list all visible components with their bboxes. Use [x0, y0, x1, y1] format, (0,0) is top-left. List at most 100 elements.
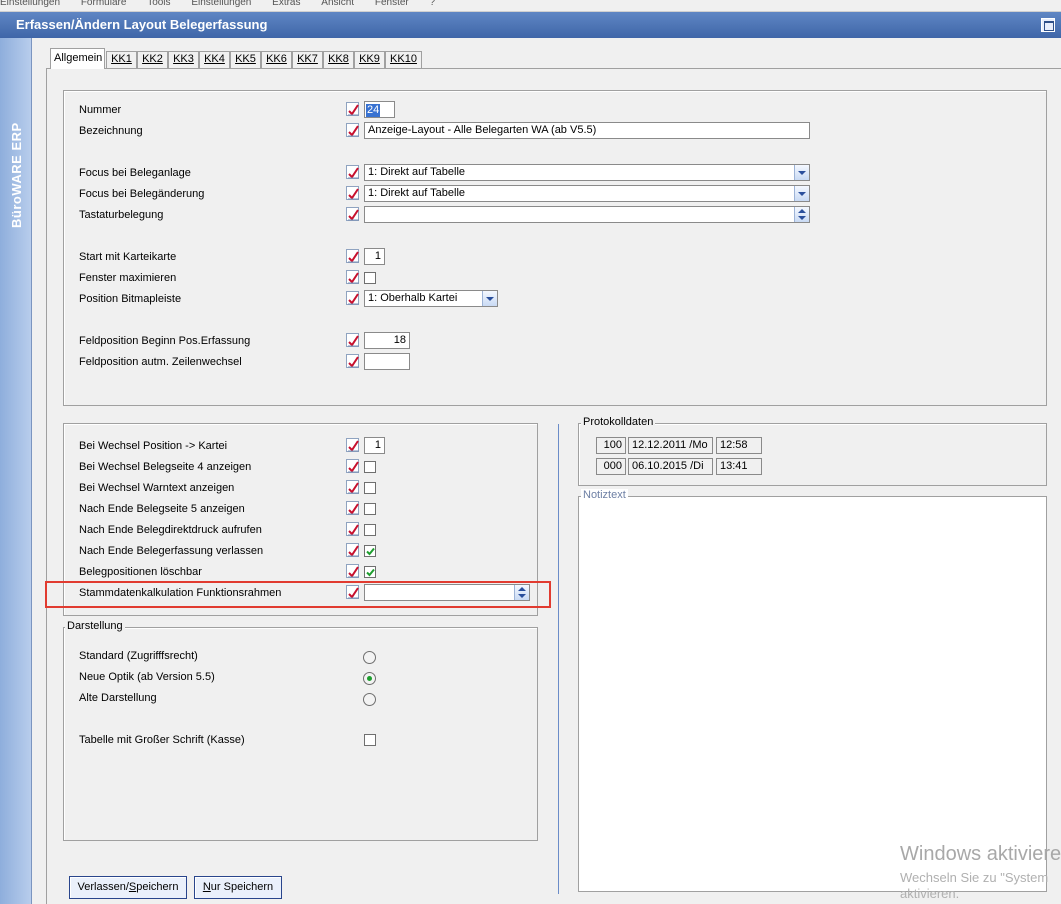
window-title: Erfassen/Ändern Layout Belegerfassung — [16, 17, 268, 32]
radio-alte-darstellung[interactable] — [363, 693, 376, 706]
focus-anlage-value: 1: Direkt auf Tabelle — [368, 166, 466, 178]
notiz-textarea[interactable] — [578, 496, 1047, 892]
sidebar: BüroWARE ERP — [0, 38, 32, 904]
menu-item[interactable]: Ansicht — [321, 0, 354, 8]
option-label: Bei Wechsel Warntext anzeigen — [79, 482, 235, 494]
option-checkbox[interactable] — [364, 503, 376, 515]
feldpos-zeile-field[interactable] — [364, 353, 410, 370]
tab-kk1[interactable]: KK1 — [106, 51, 137, 68]
start-karteikarte-label: Start mit Karteikarte — [79, 251, 177, 263]
tab-kk10[interactable]: KK10 — [385, 51, 422, 68]
bitmapleiste-label: Position Bitmapleiste — [79, 293, 182, 305]
option-label: Nach Ende Belegseite 5 anzeigen — [79, 503, 245, 515]
grosse-schrift-checkbox[interactable] — [364, 734, 376, 746]
bezeichnung-label: Bezeichnung — [79, 125, 143, 137]
button-label: peichern — [136, 881, 179, 893]
feldpos-beginn-label: Feldposition Beginn Pos.Erfassung — [79, 335, 251, 347]
restore-window-icon[interactable] — [1041, 18, 1055, 32]
tab-kk4[interactable]: KK4 — [199, 51, 230, 68]
wechsel-kartei-field[interactable]: 1 — [364, 437, 385, 454]
option-label: Nach Ende Belegerfassung verlassen — [79, 545, 264, 557]
wechsel-kartei-label: Bei Wechsel Position -> Kartei — [79, 440, 228, 452]
edit-icon[interactable] — [346, 249, 359, 263]
menu-item[interactable]: Formulare — [81, 0, 127, 8]
edit-icon[interactable] — [346, 333, 359, 347]
protokoll-title: Protokolldaten — [581, 416, 656, 429]
edit-icon[interactable] — [346, 123, 359, 137]
edit-icon[interactable] — [346, 270, 359, 284]
tab-kk9[interactable]: KK9 — [354, 51, 385, 68]
activation-watermark: Windows aktiviere — [900, 843, 1061, 865]
edit-icon[interactable] — [346, 501, 359, 515]
edit-icon[interactable] — [346, 543, 359, 557]
tab-kk3[interactable]: KK3 — [168, 51, 199, 68]
tab-kk7[interactable]: KK7 — [292, 51, 323, 68]
edit-icon[interactable] — [346, 459, 359, 473]
start-karteikarte-field[interactable]: 1 — [364, 248, 385, 265]
option-checkbox[interactable] — [364, 566, 376, 578]
button-label: Verlassen/ — [77, 881, 129, 893]
protokoll-group — [578, 423, 1047, 486]
fenster-max-checkbox[interactable] — [364, 272, 376, 284]
edit-icon[interactable] — [346, 354, 359, 368]
radio-label: Standard (Zugrifffsrecht) — [79, 650, 198, 662]
focus-anlage-select[interactable]: 1: Direkt auf Tabelle — [364, 164, 810, 181]
protokoll-time: 12:58 — [716, 437, 762, 454]
focus-aenderung-value: 1: Direkt auf Tabelle — [368, 187, 466, 199]
option-label: Nach Ende Belegdirektdruck aufrufen — [79, 524, 262, 536]
radio-standard[interactable] — [363, 651, 376, 664]
tab-kk6[interactable]: KK6 — [261, 51, 292, 68]
edit-icon[interactable] — [346, 291, 359, 305]
tab-kk8[interactable]: KK8 — [323, 51, 354, 68]
focus-anlage-label: Focus bei Beleganlage — [79, 167, 191, 179]
option-label: Belegpositionen löschbar — [79, 566, 202, 578]
bitmapleiste-select[interactable]: 1: Oberhalb Kartei — [364, 290, 498, 307]
menu-item[interactable]: Extras — [272, 0, 300, 8]
edit-icon[interactable] — [346, 480, 359, 494]
focus-aenderung-select[interactable]: 1: Direkt auf Tabelle — [364, 185, 810, 202]
nummer-field[interactable]: 24 — [364, 101, 395, 118]
chevron-down-icon[interactable] — [482, 291, 497, 306]
activation-watermark-sub: Wechseln Sie zu "System aktivieren. — [900, 868, 1048, 904]
tab-kk2[interactable]: KK2 — [137, 51, 168, 68]
menu-bar: Einstellungen Formulare Tools Einstellun… — [0, 0, 1061, 12]
spin-updown-icon[interactable] — [794, 207, 809, 222]
edit-icon[interactable] — [346, 522, 359, 536]
edit-icon[interactable] — [346, 102, 359, 116]
edit-icon[interactable] — [346, 564, 359, 578]
option-checkbox[interactable] — [364, 482, 376, 494]
tab-allgemein[interactable]: Allgemein — [50, 48, 105, 69]
button-accelerator: N — [202, 881, 211, 893]
protokoll-date: 12.12.2011 /Mo — [628, 437, 713, 454]
nummer-value: 24 — [366, 104, 381, 117]
feldpos-zeile-label: Feldposition autm. Zeilenwechsel — [79, 356, 242, 368]
bitmapleiste-value: 1: Oberhalb Kartei — [368, 292, 458, 304]
focus-aenderung-label: Focus bei Belegänderung — [79, 188, 205, 200]
menu-item[interactable]: ? — [430, 0, 436, 8]
edit-icon[interactable] — [346, 207, 359, 221]
nur-speichern-button[interactable]: Nur Speichern — [194, 876, 282, 899]
chevron-down-icon[interactable] — [794, 165, 809, 180]
verlassen-speichern-button[interactable]: Verlassen/Speichern — [69, 876, 187, 899]
bezeichnung-field[interactable]: Anzeige-Layout - Alle Belegarten WA (ab … — [364, 122, 810, 139]
edit-icon[interactable] — [346, 165, 359, 179]
radio-neue-optik[interactable] — [363, 672, 376, 685]
option-checkbox[interactable] — [364, 524, 376, 536]
radio-label: Neue Optik (ab Version 5.5) — [79, 671, 215, 683]
edit-icon[interactable] — [346, 438, 359, 452]
option-checkbox[interactable] — [364, 545, 376, 557]
option-checkbox[interactable] — [364, 461, 376, 473]
edit-icon[interactable] — [346, 186, 359, 200]
darstellung-title: Darstellung — [65, 620, 125, 633]
menu-item[interactable]: Einstellungen — [0, 0, 60, 8]
feldpos-beginn-field[interactable]: 18 — [364, 332, 410, 349]
window-title-bar: Erfassen/Ändern Layout Belegerfassung — [0, 12, 1061, 38]
tab-kk5[interactable]: KK5 — [230, 51, 261, 68]
brand-logo-text: BüroWARE ERP — [9, 122, 24, 228]
menu-item[interactable]: Einstellungen — [191, 0, 251, 8]
menu-item[interactable]: Tools — [147, 0, 170, 8]
menu-item[interactable]: Fenster — [375, 0, 409, 8]
chevron-down-icon[interactable] — [794, 186, 809, 201]
grosse-schrift-label: Tabelle mit Großer Schrift (Kasse) — [79, 734, 245, 746]
tastatur-select[interactable] — [364, 206, 810, 223]
